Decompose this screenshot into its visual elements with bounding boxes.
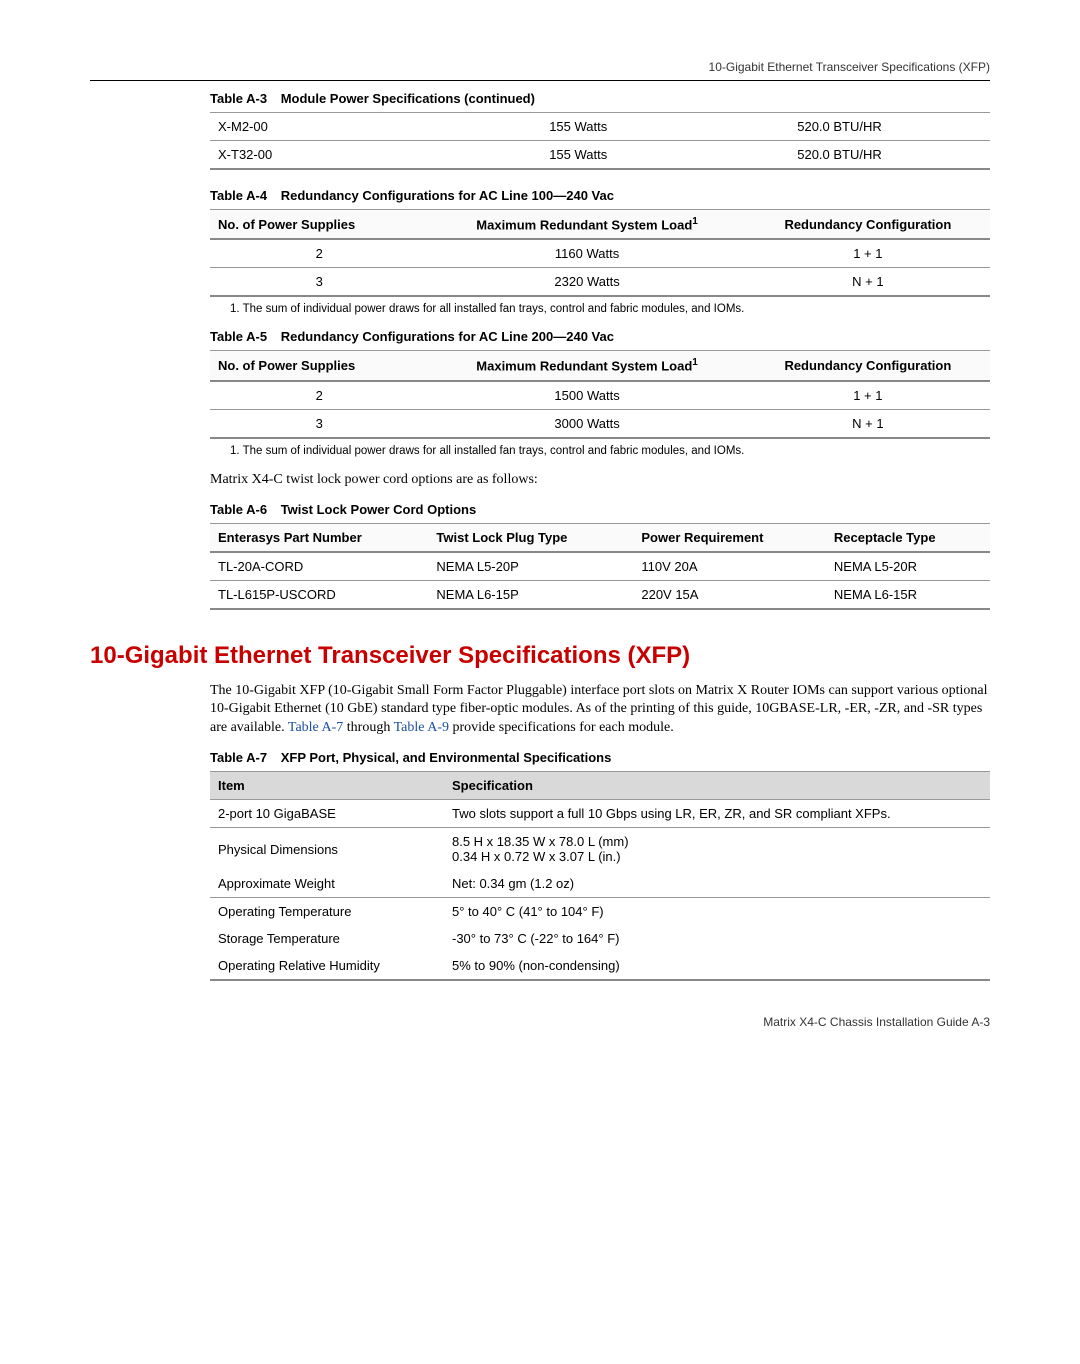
header-rule [90,80,990,81]
table-header: Item [210,772,444,800]
table-a4-title: Redundancy Configurations for AC Line 10… [281,188,614,203]
table-header: Maximum Redundant System Load1 [428,210,745,240]
th-sup: 1 [692,357,698,368]
th-text: Maximum Redundant System Load [476,359,692,374]
section-intro-paragraph: The 10-Gigabit XFP (10-Gigabit Small For… [210,682,990,739]
table-cell: 2-port 10 GigaBASE [210,800,444,828]
table-cell: N + 1 [746,268,990,297]
table-cell: Physical Dimensions [210,828,444,871]
table-header: Redundancy Configuration [746,210,990,240]
table-header: Redundancy Configuration [746,351,990,381]
section-heading-xfp: 10-Gigabit Ethernet Transceiver Specific… [90,642,990,670]
table-a4-caption: Table A-4 Redundancy Configurations for … [210,188,990,203]
table-a5: No. of Power Supplies Maximum Redundant … [210,350,990,438]
table-cell: Storage Temperature [210,925,444,952]
table-cell: 1 + 1 [746,381,990,410]
table-cell: 520.0 BTU/HR [689,113,990,141]
table-cell: 1160 Watts [428,239,745,268]
table-cell: NEMA L5-20R [826,552,990,581]
table-cell: 3 [210,268,428,297]
table-header: Specification [444,772,990,800]
table-cell: 110V 20A [633,552,826,581]
para-text-b: provide specifications for each module. [453,720,674,735]
table-a7-num: Table A-7 [210,750,267,765]
table-cell: NEMA L6-15R [826,580,990,609]
table-a7-title: XFP Port, Physical, and Environmental Sp… [281,750,612,765]
para-text-mid: through [347,720,394,735]
th-text: Maximum Redundant System Load [476,217,692,232]
table-header: Enterasys Part Number [210,523,428,552]
table-a6: Enterasys Part Number Twist Lock Plug Ty… [210,523,990,610]
table-cell: Operating Relative Humidity [210,952,444,980]
table-cell: 3000 Watts [428,409,745,438]
table-cell: 2 [210,381,428,410]
table-a3-num: Table A-3 [210,91,267,106]
body-text-twistlock: Matrix X4-C twist lock power cord option… [210,471,990,490]
table-header: No. of Power Supplies [210,210,428,240]
table-cell: 8.5 H x 18.35 W x 78.0 L (mm) 0.34 H x 0… [444,828,990,871]
table-a4-num: Table A-4 [210,188,267,203]
table-cell: 5° to 40° C (41° to 104° F) [444,898,990,926]
table-a7: Item Specification 2-port 10 GigaBASE Tw… [210,771,990,981]
table-cell: Approximate Weight [210,870,444,898]
table-cell: NEMA L6-15P [428,580,633,609]
table-a7-caption: Table A-7 XFP Port, Physical, and Enviro… [210,750,990,765]
table-a6-caption: Table A-6 Twist Lock Power Cord Options [210,502,990,517]
table-cell: NEMA L5-20P [428,552,633,581]
table-cell: Two slots support a full 10 Gbps using L… [444,800,990,828]
table-a5-title: Redundancy Configurations for AC Line 20… [281,329,614,344]
table-cell: 520.0 BTU/HR [689,141,990,170]
page-footer: Matrix X4-C Chassis Installation Guide A… [90,1015,990,1029]
link-table-a7[interactable]: Table A-7 [288,720,343,735]
table-a5-caption: Table A-5 Redundancy Configurations for … [210,329,990,344]
table-header: Receptacle Type [826,523,990,552]
table-cell: Operating Temperature [210,898,444,926]
table-cell: N + 1 [746,409,990,438]
table-cell: 220V 15A [633,580,826,609]
table-header: No. of Power Supplies [210,351,428,381]
table-cell: 1500 Watts [428,381,745,410]
table-cell: Net: 0.34 gm (1.2 oz) [444,870,990,898]
table-a4-footnote: 1. The sum of individual power draws for… [230,303,990,315]
table-a6-num: Table A-6 [210,502,267,517]
table-header: Twist Lock Plug Type [428,523,633,552]
table-a3: X-M2-00 155 Watts 520.0 BTU/HR X-T32-00 … [210,112,990,170]
table-a5-num: Table A-5 [210,329,267,344]
dim-mm: 8.5 H x 18.35 W x 78.0 L (mm) [452,834,982,849]
table-cell: 2320 Watts [428,268,745,297]
table-a3-caption: Table A-3 Module Power Specifications (c… [210,91,990,106]
link-table-a9[interactable]: Table A-9 [394,720,449,735]
table-cell: X-M2-00 [210,113,467,141]
table-header: Power Requirement [633,523,826,552]
table-cell: 2 [210,239,428,268]
th-sup: 1 [692,216,698,227]
table-a6-title: Twist Lock Power Cord Options [281,502,477,517]
table-a4: No. of Power Supplies Maximum Redundant … [210,209,990,297]
page-header-right: 10-Gigabit Ethernet Transceiver Specific… [90,60,990,74]
table-a5-footnote: 1. The sum of individual power draws for… [230,445,990,457]
table-cell: 155 Watts [467,141,689,170]
table-a3-title: Module Power Specifications (continued) [281,91,535,106]
table-cell: 3 [210,409,428,438]
table-cell: 1 + 1 [746,239,990,268]
table-cell: -30° to 73° C (-22° to 164° F) [444,925,990,952]
table-cell: TL-20A-CORD [210,552,428,581]
table-cell: 155 Watts [467,113,689,141]
dim-in: 0.34 H x 0.72 W x 3.07 L (in.) [452,849,982,864]
table-cell: X-T32-00 [210,141,467,170]
table-cell: TL-L615P-USCORD [210,580,428,609]
table-header: Maximum Redundant System Load1 [428,351,745,381]
table-cell: 5% to 90% (non-condensing) [444,952,990,980]
